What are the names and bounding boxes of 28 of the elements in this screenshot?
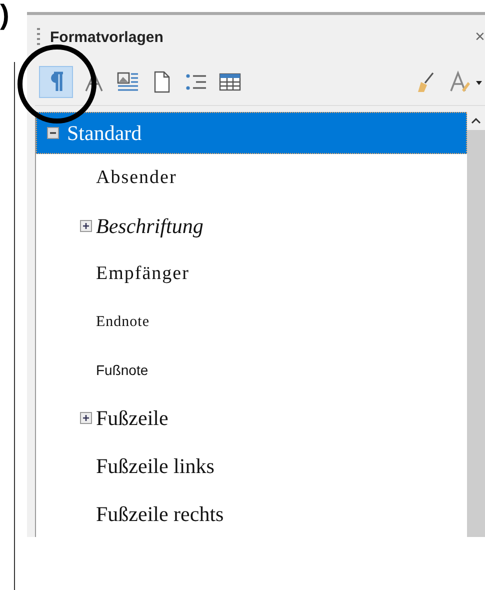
style-name: Endnote [96,314,150,330]
expand-icon[interactable] [80,412,94,424]
close-button[interactable]: × [475,27,485,47]
style-name: Absender [96,167,177,189]
style-item[interactable]: Beschriftung [36,202,467,250]
scroll-up-icon[interactable] [467,112,485,130]
panel-title: Formatvorlagen [50,28,164,46]
style-item[interactable]: Fußzeile [36,394,467,442]
style-name: Fußnote [96,362,148,378]
collapse-icon[interactable] [47,127,61,139]
style-name: Beschriftung [96,214,204,238]
paragraph-icon[interactable] [39,66,73,98]
expand-icon[interactable] [80,220,94,232]
style-item[interactable]: Absender [36,154,467,202]
style-item[interactable]: Fußnote [36,346,467,394]
style-item[interactable]: Empfänger [36,250,467,298]
style-name: Fußzeile links [96,454,214,478]
style-item[interactable]: Endnote [36,298,467,346]
style-item[interactable]: Fußzeile links [36,442,467,490]
style-name: Standard [67,120,142,146]
style-name: Fußzeile rechts [96,502,224,526]
style-name: Empfänger [96,263,190,285]
grip-icon[interactable] [37,28,40,46]
style-item[interactable]: Fußzeile rechts [36,490,467,537]
style-name: Fußzeile [96,406,168,430]
parenthesis-text: ) [0,0,10,32]
style-item[interactable]: Standard [36,112,467,154]
scrollbar[interactable] [467,112,485,537]
